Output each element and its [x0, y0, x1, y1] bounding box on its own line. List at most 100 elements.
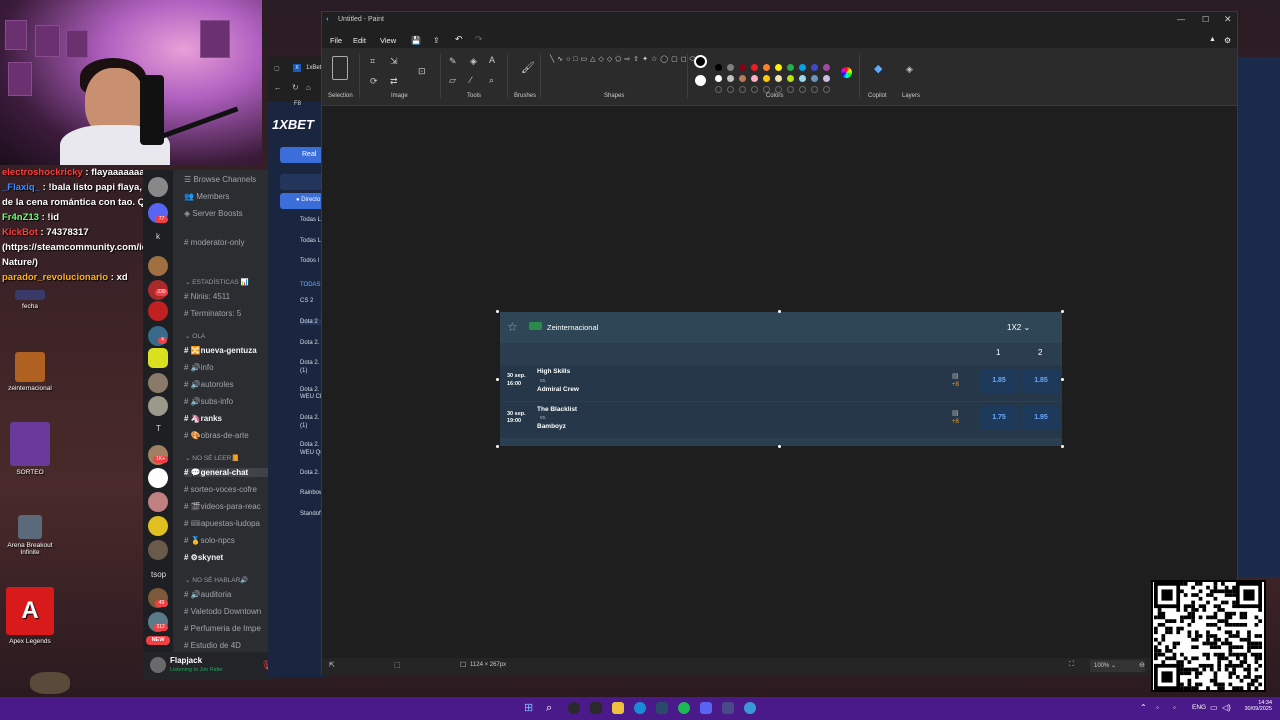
color-swatch[interactable]: [763, 75, 770, 82]
color-swatch[interactable]: [775, 75, 782, 82]
server-icon[interactable]: [148, 301, 168, 321]
channel-item[interactable]: # sorteo-voces-cofre: [184, 485, 272, 494]
desktop-icon-fecha[interactable]: fecha: [0, 290, 60, 310]
channel-item[interactable]: # 🥇solo-npcs: [184, 536, 272, 545]
custom-color-slot[interactable]: [715, 86, 722, 93]
resize-handle[interactable]: [496, 378, 499, 381]
sport-list-item[interactable]: (1): [300, 368, 307, 374]
file-explorer-icon[interactable]: [612, 702, 624, 714]
server-icon[interactable]: [148, 516, 168, 536]
sport-list-item[interactable]: WEU Cl: [300, 394, 321, 400]
back-icon[interactable]: ←: [274, 83, 282, 92]
resize-handle[interactable]: [1061, 378, 1064, 381]
custom-color-slot[interactable]: [811, 86, 818, 93]
custom-color-slot[interactable]: [775, 86, 782, 93]
image-select-icon[interactable]: ⊡: [418, 66, 426, 77]
copilot-icon[interactable]: ◆: [874, 62, 882, 75]
sport-list-item[interactable]: Todos l: [300, 258, 319, 264]
color-swatch[interactable]: [799, 75, 806, 82]
color-swatch[interactable]: [787, 75, 794, 82]
maximize-icon[interactable]: ☐: [1202, 15, 1209, 24]
more-markets[interactable]: +8: [952, 419, 959, 425]
color1-swatch[interactable]: [694, 55, 707, 68]
browse-channels[interactable]: ☰ Browse Channels: [184, 175, 272, 184]
server-icon-label[interactable]: tsop: [151, 570, 166, 579]
magnifier-icon[interactable]: ⌕: [489, 75, 494, 86]
custom-color-slot[interactable]: [823, 86, 830, 93]
server-icon[interactable]: [148, 373, 168, 393]
channel-category[interactable]: ⌄ Estadísticas 📊: [185, 278, 249, 286]
odd-button-2[interactable]: 1.95: [1022, 406, 1060, 430]
tray-chevron-icon[interactable]: ⌃: [1140, 703, 1147, 712]
sport-list-item[interactable]: Dota 2.: [300, 340, 319, 346]
match-row[interactable]: 30 sep. 16:00 High Skills vs. Admiral Cr…: [500, 365, 1062, 401]
settings-icon[interactable]: ⚙: [1224, 36, 1231, 45]
server-icon[interactable]: [148, 177, 168, 197]
fit-icon[interactable]: ⛶: [1069, 661, 1074, 669]
app-icon[interactable]: [590, 702, 602, 714]
custom-color-slot[interactable]: [739, 86, 746, 93]
discord-icon[interactable]: [700, 702, 712, 714]
custom-color-slot[interactable]: [751, 86, 758, 93]
edge-icon[interactable]: [634, 702, 646, 714]
language-indicator[interactable]: ENG: [1192, 704, 1206, 711]
sport-list-item[interactable]: Rainbow: [300, 490, 323, 496]
color-swatch[interactable]: [739, 75, 746, 82]
menu-view[interactable]: View: [380, 36, 396, 45]
sport-list-item[interactable]: Standoff: [300, 511, 322, 517]
volume-icon[interactable]: ◁): [1222, 703, 1231, 712]
channel-item[interactable]: # Terminators: 5: [184, 309, 272, 318]
channel-item[interactable]: # ⚙skynet: [184, 553, 272, 562]
color-swatch[interactable]: [763, 64, 770, 71]
odd-button-1[interactable]: 1.85: [980, 369, 1018, 393]
app-icon[interactable]: [722, 702, 734, 714]
sport-list-item[interactable]: Dota 2.: [300, 415, 319, 421]
color-swatch[interactable]: [775, 64, 782, 71]
resize-handle[interactable]: [496, 445, 499, 448]
more-markets[interactable]: +8: [952, 382, 959, 388]
tray-icon[interactable]: ◦: [1173, 703, 1176, 712]
desktop-icon-sorteo[interactable]: SORTEO: [0, 422, 60, 476]
color-swatch[interactable]: [715, 75, 722, 82]
sport-list-item[interactable]: (1): [300, 423, 307, 429]
channel-item[interactable]: # Valetodo Downtown: [184, 607, 272, 616]
reload-icon[interactable]: ↻: [292, 83, 299, 92]
custom-color-slot[interactable]: [787, 86, 794, 93]
sport-list-item[interactable]: Dota 2.: [300, 360, 319, 366]
selection-tool-icon[interactable]: [332, 56, 348, 80]
zoom-select[interactable]: 100% ⌄: [1090, 660, 1145, 672]
color-swatch[interactable]: [739, 64, 746, 71]
server-boosts[interactable]: ◈ Server Boosts: [184, 209, 272, 218]
channel-category[interactable]: ⌄ NO SÉ LEER📙: [185, 454, 239, 462]
layers-icon[interactable]: ◈: [906, 64, 913, 75]
paint-icon[interactable]: [744, 702, 756, 714]
match-row[interactable]: 30 sep. 19:00 The Blacklist vs. Bamboyz …: [500, 402, 1062, 438]
spotify-icon[interactable]: [678, 702, 690, 714]
color-picker-icon[interactable]: ⁄: [470, 75, 472, 85]
tab-1xbet[interactable]: 1xBet: [306, 65, 321, 71]
server-icon[interactable]: [148, 396, 168, 416]
stats-icon[interactable]: ▤: [952, 372, 959, 380]
bookmark-f8[interactable]: F8: [294, 101, 301, 107]
members[interactable]: 👥 Members: [184, 192, 272, 201]
desktop-icon-zeinternacional[interactable]: zeinternacional: [0, 352, 60, 392]
channel-category[interactable]: ⌄ NO SÉ HABLAR🔊: [185, 576, 248, 584]
sport-list-item[interactable]: Todas L: [300, 238, 321, 244]
resize-handle[interactable]: [496, 310, 499, 313]
channel-item[interactable]: # 🔊subs-info: [184, 397, 272, 406]
color2-swatch[interactable]: [695, 75, 706, 86]
color-swatch[interactable]: [823, 75, 830, 82]
sport-list-item[interactable]: Todas L: [300, 217, 321, 223]
share-icon[interactable]: ⇪: [433, 36, 440, 45]
server-icon-label[interactable]: k: [156, 232, 160, 241]
color-swatch[interactable]: [715, 64, 722, 71]
steam-icon[interactable]: [656, 702, 668, 714]
shapes-gallery[interactable]: ╲∿○□▭△◇◇⬠⇨⇧✦☆◯▢◻⬭: [550, 55, 696, 85]
clock[interactable]: 14:34 30/09/2025: [1240, 700, 1272, 712]
resize-icon[interactable]: ⇲: [390, 56, 398, 67]
channel-item[interactable]: # 🔊autoroles: [184, 380, 272, 389]
channel-item[interactable]: # 🔊info: [184, 363, 272, 372]
text-icon[interactable]: A: [489, 55, 495, 65]
sport-list-item[interactable]: Dota 2.: [300, 387, 319, 393]
channel-item[interactable]: # 🎬videos-para-reac: [184, 502, 272, 511]
